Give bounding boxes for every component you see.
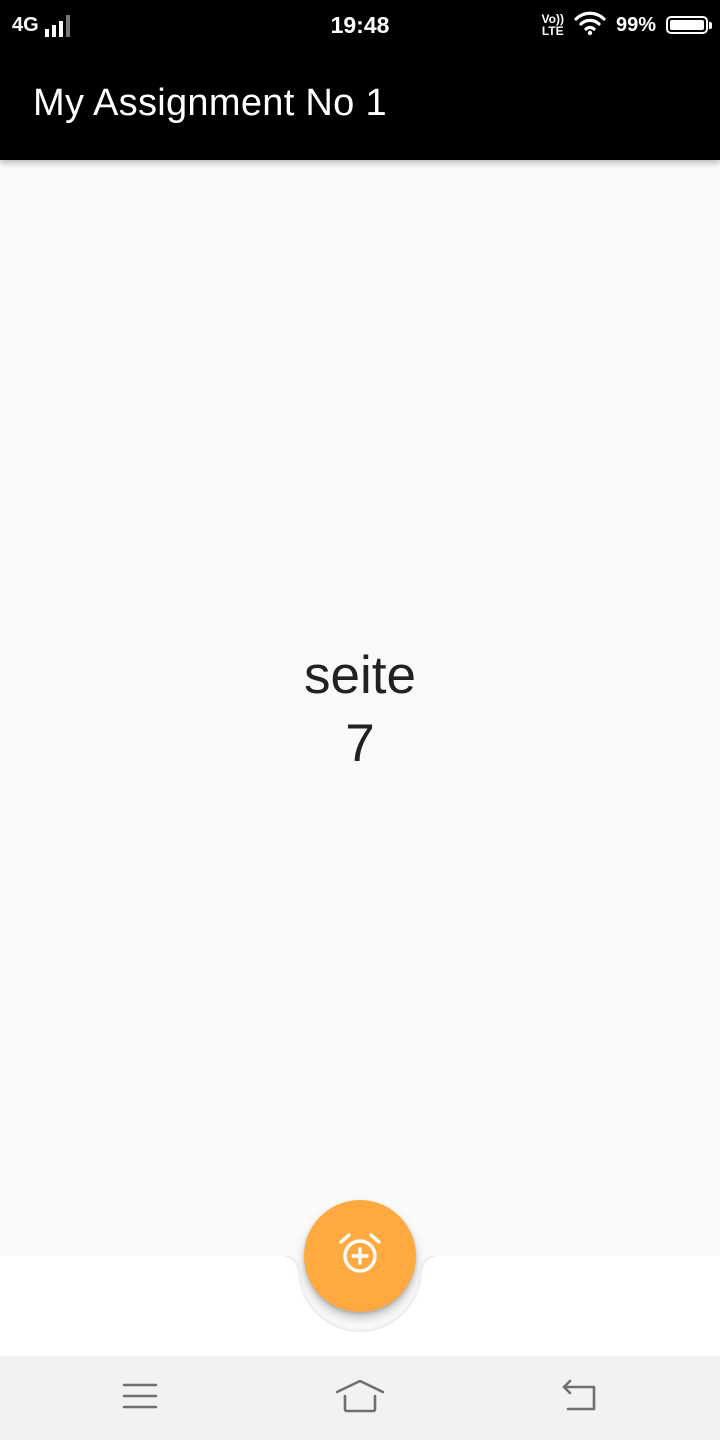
back-icon	[560, 1379, 600, 1418]
menu-icon	[122, 1381, 158, 1416]
volte-bottom-label: LTE	[541, 24, 564, 38]
app-title: My Assignment No 1	[33, 82, 387, 124]
status-bar: 4G 19:48 Vo)) LTE 99%	[0, 0, 720, 52]
app-bar: My Assignment No 1	[0, 52, 720, 160]
volte-indicator: Vo)) LTE	[542, 13, 564, 37]
alarm-add-icon	[337, 1231, 383, 1282]
battery-icon	[666, 16, 712, 34]
battery-level-fill	[670, 20, 704, 30]
page-label: seite	[304, 646, 416, 705]
page-number: 7	[345, 714, 375, 773]
status-icons: Vo)) LTE 99%	[542, 10, 712, 41]
back-button[interactable]	[550, 1376, 610, 1420]
home-button[interactable]	[330, 1376, 390, 1420]
system-navigation-bar	[0, 1356, 720, 1440]
menu-button[interactable]	[110, 1376, 170, 1420]
home-icon	[335, 1379, 385, 1418]
battery-percent: 99%	[615, 13, 656, 36]
wifi-icon	[574, 10, 606, 41]
add-alarm-button[interactable]	[304, 1200, 416, 1312]
page-content: seite 7	[0, 642, 720, 778]
